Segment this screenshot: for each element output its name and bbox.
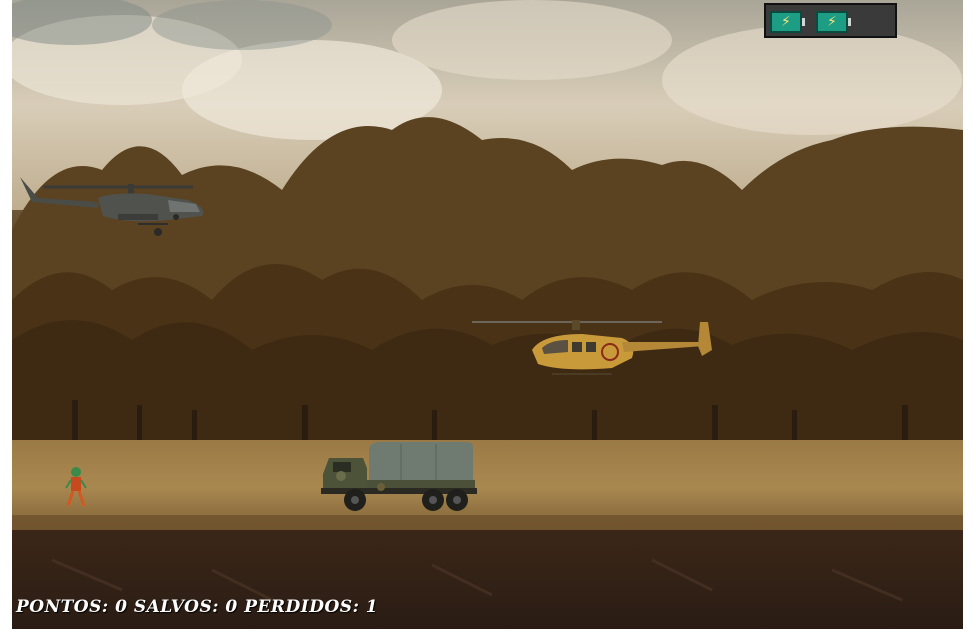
forest-background <box>12 0 963 629</box>
energy-panel: ⚡ ⚡ <box>764 3 897 38</box>
military-truck-icon <box>321 442 477 511</box>
rescue-helicopter-icon <box>472 320 712 375</box>
perdidos-label: PERDIDOS: <box>244 597 360 617</box>
perdidos-value: 1 <box>365 597 379 617</box>
attack-helicopter-icon <box>20 177 204 236</box>
soldier-icon <box>65 467 87 507</box>
salvos-label: SALVOS: <box>133 597 219 617</box>
salvos-value: 0 <box>225 597 238 617</box>
battery-charged-icon: ⚡ <box>816 11 851 33</box>
score-bar: PONTOS: 0 SALVOS: 0 PERDIDOS: 1 <box>16 597 378 617</box>
battery-charged-icon: ⚡ <box>770 11 805 33</box>
pontos-value: 0 <box>115 597 128 617</box>
pontos-label: PONTOS: <box>16 597 109 617</box>
game-canvas[interactable]: ⚡ ⚡ PONTOS: 0 SALVOS: 0 PERDIDOS: 1 <box>12 0 963 629</box>
